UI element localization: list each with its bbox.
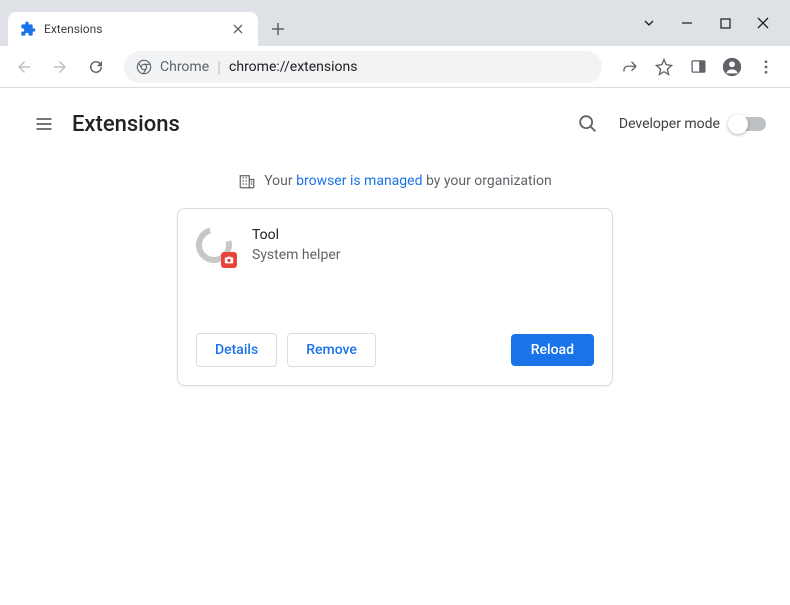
browser-toolbar: Chrome | chrome://extensions xyxy=(0,46,790,88)
managed-link[interactable]: browser is managed xyxy=(296,173,422,189)
managed-text-after: by your organization xyxy=(422,173,551,189)
managed-text: Your browser is managed by your organiza… xyxy=(264,173,552,189)
details-button[interactable]: Details xyxy=(196,333,277,367)
close-icon[interactable] xyxy=(230,21,246,37)
window-controls xyxy=(642,16,790,46)
maximize-button[interactable] xyxy=(718,16,732,30)
remove-button[interactable]: Remove xyxy=(287,333,376,367)
chevron-down-icon[interactable] xyxy=(642,16,656,30)
hamburger-menu-icon[interactable] xyxy=(24,104,64,144)
developer-mode: Developer mode xyxy=(619,116,766,132)
window-close-button[interactable] xyxy=(756,16,770,30)
managed-text-before: Your xyxy=(264,173,296,189)
toggle-knob xyxy=(728,114,748,134)
building-icon xyxy=(238,172,256,190)
page-content: Extensions Developer mode Your browser i… xyxy=(0,88,790,386)
reload-button[interactable] xyxy=(80,51,112,83)
star-icon[interactable] xyxy=(648,51,680,83)
window-titlebar: Extensions xyxy=(0,0,790,46)
developer-mode-label: Developer mode xyxy=(619,116,720,132)
omnibox-url: chrome://extensions xyxy=(229,59,357,75)
extension-icon xyxy=(196,227,234,265)
managed-banner: Your browser is managed by your organiza… xyxy=(0,160,790,208)
extension-description: System helper xyxy=(252,247,340,263)
side-panel-icon[interactable] xyxy=(682,51,714,83)
page-header: Extensions Developer mode xyxy=(0,88,790,160)
omnibox-prefix: Chrome xyxy=(160,59,209,75)
page-title: Extensions xyxy=(72,112,180,137)
profile-icon[interactable] xyxy=(716,51,748,83)
new-tab-button[interactable] xyxy=(264,15,292,43)
search-icon[interactable] xyxy=(577,113,599,135)
camera-badge-icon xyxy=(221,252,237,268)
developer-mode-toggle[interactable] xyxy=(730,117,766,131)
omnibox-separator: | xyxy=(217,57,221,76)
address-bar[interactable]: Chrome | chrome://extensions xyxy=(124,51,602,83)
browser-tab[interactable]: Extensions xyxy=(8,12,258,46)
puzzle-icon xyxy=(20,21,36,37)
extension-name: Tool xyxy=(252,227,340,243)
forward-button[interactable] xyxy=(44,51,76,83)
kebab-menu-icon[interactable] xyxy=(750,51,782,83)
share-icon[interactable] xyxy=(614,51,646,83)
extension-card: Tool System helper Details Remove Reload xyxy=(177,208,613,386)
tab-title: Extensions xyxy=(44,22,222,36)
reload-button[interactable]: Reload xyxy=(511,334,594,366)
chrome-icon xyxy=(136,59,152,75)
minimize-button[interactable] xyxy=(680,16,694,30)
tab-strip: Extensions xyxy=(0,12,642,46)
back-button[interactable] xyxy=(8,51,40,83)
